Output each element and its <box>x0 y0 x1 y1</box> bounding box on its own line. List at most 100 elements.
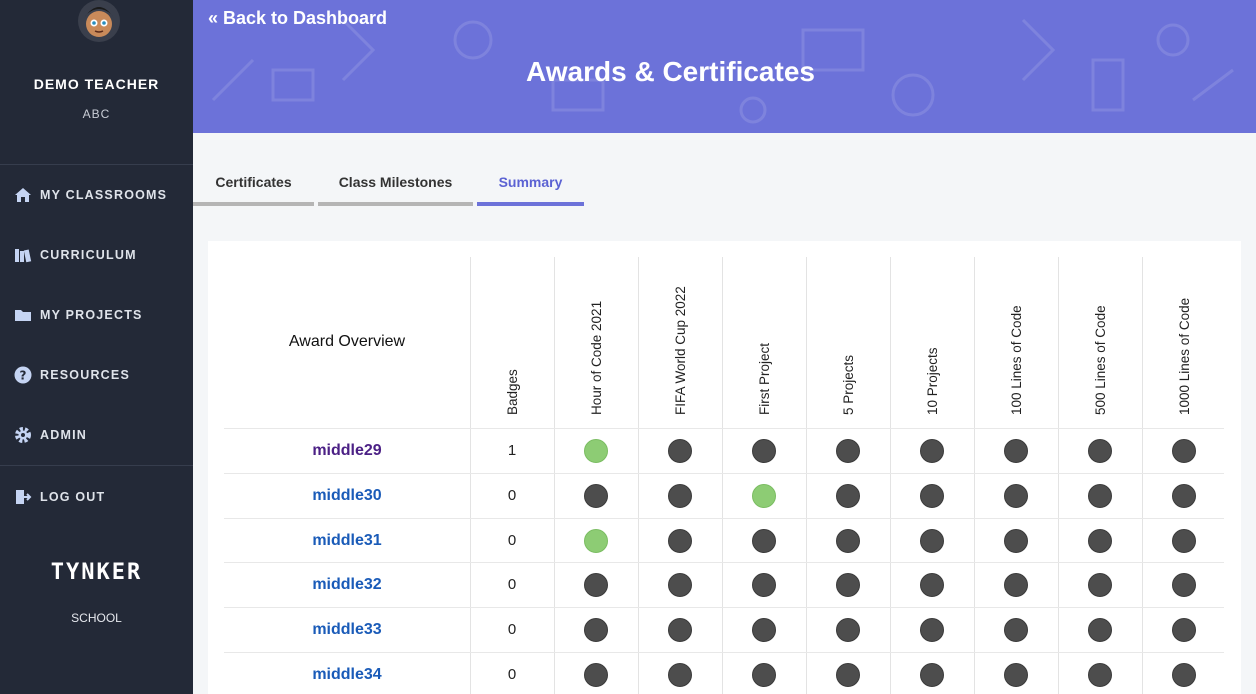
column-header: Badges <box>470 257 554 429</box>
award-not-earned-indicator <box>668 528 692 553</box>
column-divider <box>890 518 891 564</box>
award-not-earned-indicator <box>1088 573 1112 598</box>
column-divider <box>890 653 891 694</box>
column-divider <box>722 653 723 694</box>
column-divider <box>1142 653 1143 694</box>
award-not-earned-indicator <box>668 439 692 463</box>
teacher-name: DEMO TEACHER <box>33 76 160 92</box>
column-divider <box>1142 473 1143 519</box>
column-divider <box>554 608 555 654</box>
column-divider <box>638 608 639 654</box>
sidebar-item-my-classrooms[interactable]: MY CLASSROOMS <box>0 175 193 215</box>
award-not-earned-indicator <box>1088 439 1112 463</box>
award-not-earned-indicator <box>920 483 944 508</box>
column-divider <box>554 653 555 694</box>
tab-underline <box>318 202 473 206</box>
sidebar-item-label: LOG OUT <box>40 490 106 504</box>
badge-count: 0 <box>507 486 517 504</box>
badge-count: 0 <box>507 531 517 549</box>
column-header-label: Badges <box>504 369 520 415</box>
sidebar-item-resources[interactable]: ? RESOURCES <box>0 355 193 395</box>
award-not-earned-indicator <box>584 483 608 508</box>
column-header: 1000 Lines of Code <box>1142 257 1226 429</box>
award-not-earned-indicator <box>1004 439 1028 463</box>
column-divider <box>1142 608 1143 654</box>
column-header: 500 Lines of Code <box>1058 257 1142 429</box>
award-not-earned-indicator <box>920 573 944 598</box>
column-divider <box>890 473 891 519</box>
column-divider <box>554 563 555 609</box>
column-divider <box>470 518 471 564</box>
sidebar-divider <box>0 465 193 466</box>
award-not-earned-indicator <box>1004 528 1028 553</box>
column-divider <box>974 608 975 654</box>
column-divider <box>638 473 639 519</box>
sidebar-item-label: MY CLASSROOMS <box>40 188 168 202</box>
sidebar-item-admin[interactable]: ADMIN <box>0 415 193 455</box>
student-link[interactable]: middle34 <box>224 653 470 694</box>
column-divider <box>1058 518 1059 564</box>
column-divider <box>974 429 975 474</box>
column-divider <box>1142 563 1143 609</box>
award-not-earned-indicator <box>836 573 860 598</box>
back-to-dashboard-link[interactable]: « Back to Dashboard <box>208 8 387 29</box>
header-banner: « Back to Dashboard Awards & Certificate… <box>193 0 1256 133</box>
award-summary-table: Award Overview Badges Hour of Code 2021 FI… <box>208 241 1241 694</box>
student-link[interactable]: middle33 <box>224 608 470 653</box>
svg-text:?: ? <box>20 369 27 383</box>
column-divider <box>806 563 807 609</box>
column-divider <box>638 429 639 474</box>
column-divider <box>1058 563 1059 609</box>
sidebar-item-log-out[interactable]: LOG OUT <box>0 477 193 517</box>
column-divider <box>890 608 891 654</box>
award-not-earned-indicator <box>920 528 944 553</box>
tab-underline <box>193 202 314 206</box>
sidebar-item-my-projects[interactable]: MY PROJECTS <box>0 295 193 335</box>
award-not-earned-indicator <box>1172 483 1196 508</box>
student-link[interactable]: middle31 <box>224 519 470 564</box>
badge-count: 0 <box>507 576 517 594</box>
sidebar-item-label: RESOURCES <box>40 368 130 382</box>
award-not-earned-indicator <box>584 618 608 643</box>
award-not-earned-indicator <box>1004 663 1028 687</box>
table-row: middle33 0 <box>224 607 1224 654</box>
tab-certificates[interactable]: Certificates <box>193 162 314 206</box>
column-divider <box>554 473 555 519</box>
column-divider <box>722 563 723 609</box>
student-link[interactable]: middle30 <box>224 474 470 519</box>
column-divider <box>470 429 471 474</box>
sidebar-divider <box>0 164 193 165</box>
award-not-earned-indicator <box>752 573 776 598</box>
home-icon <box>13 185 33 205</box>
column-header-label: 5 Projects <box>840 354 856 415</box>
award-not-earned-indicator <box>584 663 608 687</box>
logout-icon <box>13 487 33 507</box>
column-divider <box>470 608 471 654</box>
table-row: middle34 0 <box>224 652 1224 694</box>
column-divider <box>722 518 723 564</box>
award-not-earned-indicator <box>1004 483 1028 508</box>
help-icon: ? <box>13 365 33 385</box>
column-header-label: 100 Lines of Code <box>1008 305 1024 415</box>
student-link[interactable]: middle32 <box>224 563 470 608</box>
column-divider <box>806 518 807 564</box>
column-divider <box>806 653 807 694</box>
column-header-label: 10 Projects <box>924 347 940 415</box>
column-header-label: Hour of Code 2021 <box>588 300 604 415</box>
column-header: 100 Lines of Code <box>974 257 1058 429</box>
award-not-earned-indicator <box>1172 573 1196 598</box>
student-link[interactable]: middle29 <box>224 429 470 474</box>
award-not-earned-indicator <box>668 573 692 598</box>
badge-count: 0 <box>507 666 517 683</box>
tab-class-milestones[interactable]: Class Milestones <box>318 162 473 206</box>
column-divider <box>1142 518 1143 564</box>
gear-icon <box>13 425 33 445</box>
award-not-earned-indicator <box>836 439 860 463</box>
sidebar-item-curriculum[interactable]: CURRICULUM <box>0 235 193 275</box>
column-divider <box>554 518 555 564</box>
column-divider <box>1058 473 1059 519</box>
avatar[interactable] <box>78 0 120 42</box>
award-not-earned-indicator <box>836 528 860 553</box>
award-not-earned-indicator <box>920 663 944 687</box>
tab-summary[interactable]: Summary <box>477 162 584 206</box>
